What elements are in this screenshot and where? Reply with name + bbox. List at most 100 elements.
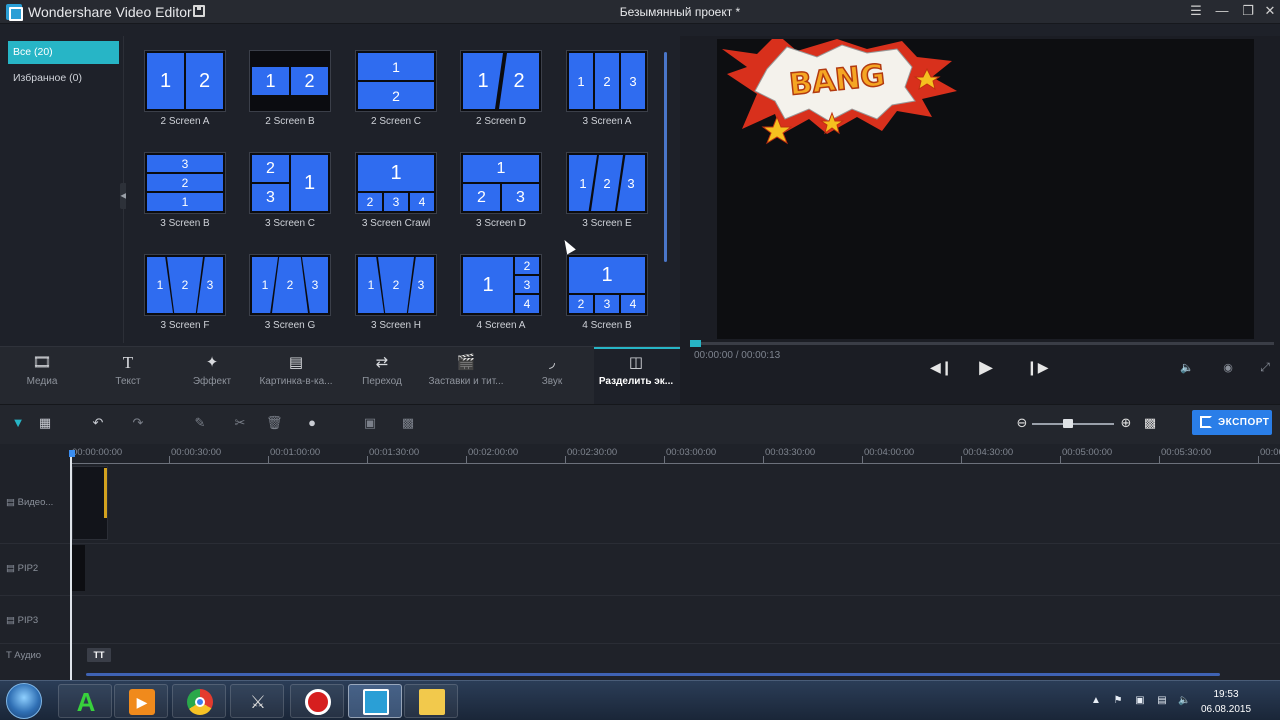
film-icon: 🎞	[32, 354, 52, 371]
tab-media[interactable]: 🎞 Медиа	[0, 350, 84, 400]
ruler-label: 00:04:30:00	[963, 447, 1014, 458]
tab-text[interactable]: T Текст	[86, 350, 170, 400]
next-frame-button[interactable]: ❙▶	[1026, 359, 1049, 375]
preview-progress-bar[interactable]	[690, 342, 1274, 345]
template-3-screen-e[interactable]: 1 2 3 3 Screen E	[566, 152, 648, 238]
template-3-screen-h[interactable]: 1 2 3 3 Screen H	[355, 254, 437, 340]
template-thumbnail: 1 2	[249, 50, 331, 112]
playhead[interactable]	[70, 452, 72, 680]
cut-icon[interactable]: ✂	[232, 415, 248, 431]
tray-security-icon[interactable]: ▣	[1134, 695, 1146, 707]
clip-trim-marker[interactable]	[104, 468, 107, 518]
template-2-screen-c[interactable]: 1 2 2 Screen C	[355, 50, 437, 136]
template-3-screen-d[interactable]: 1 2 3 3 Screen D	[460, 152, 542, 238]
menu-icon[interactable]: ☰	[1188, 3, 1204, 19]
start-button[interactable]	[6, 683, 42, 719]
minimize-icon[interactable]: —	[1214, 3, 1230, 19]
ruler-tick	[1258, 456, 1259, 463]
template-4-screen-b[interactable]: 1 2 3 4 4 Screen B	[566, 254, 648, 340]
delete-icon[interactable]: 🗑	[266, 415, 283, 431]
taskbar-app-explorer[interactable]	[404, 684, 458, 718]
clock-date[interactable]: 06.08.2015	[1196, 704, 1256, 715]
pip2-clip[interactable]	[72, 545, 85, 591]
video-editor-icon	[363, 689, 389, 715]
text-clip[interactable]: TT	[87, 648, 111, 662]
tray-expand-icon[interactable]: ▲	[1090, 695, 1102, 707]
volume-icon[interactable]: 🔈	[1180, 361, 1194, 375]
zoom-slider-handle[interactable]	[1063, 419, 1073, 428]
grid-scrollbar[interactable]	[664, 52, 667, 262]
folder-icon	[419, 689, 445, 715]
tab-sound[interactable]: ◞ Звук	[510, 350, 594, 400]
taskbar-app-game[interactable]: ⚔	[230, 684, 284, 718]
playhead-handle[interactable]	[69, 450, 75, 457]
close-icon[interactable]: ✕	[1262, 3, 1278, 19]
template-2-screen-d[interactable]: 1 2 2 Screen D	[460, 50, 542, 136]
play-button[interactable]: ▶	[976, 357, 996, 377]
template-3-screen-g[interactable]: 1 2 3 3 Screen G	[249, 254, 331, 340]
timeline[interactable]	[0, 444, 1280, 680]
taskbar-app-media[interactable]: ▶	[114, 684, 168, 718]
undo-icon[interactable]: ↶	[90, 415, 106, 431]
ruler-label: 00:01:00:00	[270, 447, 321, 458]
zoom-slider[interactable]	[1032, 423, 1114, 425]
template-3-screen-crawl[interactable]: 1 2 3 4 3 Screen Crawl	[355, 152, 437, 238]
microphone-icon[interactable]: ●	[304, 415, 320, 431]
speed-icon[interactable]: ▩	[400, 415, 416, 431]
ruler-tick	[1159, 456, 1160, 463]
template-2-screen-b[interactable]: 1 2 2 Screen B	[249, 50, 331, 136]
snapshot-icon[interactable]: ◉	[1220, 361, 1236, 375]
tray-network-icon[interactable]: ▤	[1156, 695, 1168, 707]
template-thumbnail: 2 3 1	[249, 152, 331, 214]
timeline-view-icon[interactable]: ▼	[10, 415, 26, 431]
category-all[interactable]: Все (20)	[8, 41, 119, 64]
fullscreen-icon[interactable]: ⤢	[1258, 360, 1272, 374]
redo-icon[interactable]: ↷	[130, 415, 146, 431]
video-clip[interactable]	[72, 466, 108, 540]
media-player-icon: ▶	[129, 689, 155, 715]
template-2-screen-a[interactable]: 1 2 2 Screen A	[144, 50, 226, 136]
tray-flag-icon[interactable]: ⚑	[1112, 695, 1124, 707]
template-3-screen-a[interactable]: 1 2 3 3 Screen A	[566, 50, 648, 136]
pip-icon: ▤	[288, 354, 304, 371]
taskbar-app-recorder[interactable]	[290, 684, 344, 718]
template-4-screen-a[interactable]: 1 2 3 4 4 Screen A	[460, 254, 542, 340]
ruler-label: 00:02:00:00	[468, 447, 519, 458]
clock-time[interactable]: 19:53	[1196, 689, 1256, 700]
taskbar-app-video-editor[interactable]	[348, 684, 402, 718]
prev-frame-button[interactable]: ◀❙	[930, 359, 953, 375]
ruler-label: 00:01:30:00	[369, 447, 420, 458]
tab-transition[interactable]: ⇄ Переход	[340, 350, 424, 400]
timecode: 00:00:00 / 00:00:13	[694, 350, 781, 361]
timeline-scrollbar[interactable]	[86, 673, 1220, 676]
ruler-label: 00:03:30:00	[765, 447, 816, 458]
template-label: 3 Screen G	[264, 320, 316, 331]
storyboard-view-icon[interactable]: ▦	[37, 415, 53, 431]
maximize-icon[interactable]: ❐	[1240, 3, 1256, 19]
fit-timeline-icon[interactable]: ▩	[1142, 415, 1158, 431]
taskbar-app-chrome[interactable]	[172, 684, 226, 718]
template-3-screen-b[interactable]: 3 2 1 3 Screen B	[144, 152, 226, 238]
zoom-in-icon[interactable]: ⊕	[1118, 415, 1134, 431]
ruler-label: 00:04:00:00	[864, 447, 915, 458]
edit-icon[interactable]: ✎	[192, 415, 208, 431]
tab-pip[interactable]: ▤ Картинка-в-ка...	[254, 350, 338, 400]
template-3-screen-c[interactable]: 2 3 1 3 Screen C	[249, 152, 331, 238]
template-label: 3 Screen F	[160, 320, 210, 331]
category-favorites[interactable]: Избранное (0)	[8, 67, 119, 90]
record-icon	[305, 689, 331, 715]
ruler-tick	[664, 456, 665, 463]
crop-icon[interactable]: ▣	[362, 415, 378, 431]
template-3-screen-f[interactable]: 1 2 3 3 Screen F	[144, 254, 226, 340]
tab-effect[interactable]: ✦ Эффект	[170, 350, 254, 400]
zoom-out-icon[interactable]: ⊖	[1014, 415, 1030, 431]
split-screen-icon: ◫	[628, 354, 644, 371]
tray-volume-icon[interactable]: 🔈	[1178, 695, 1190, 707]
taskbar-app-green[interactable]: A	[58, 684, 112, 718]
template-thumbnail: 1 2 3	[566, 50, 648, 112]
bang-sticker: BANG	[722, 39, 957, 145]
preview-progress-handle[interactable]	[690, 340, 701, 347]
tab-intro-credits[interactable]: 🎬 Заставки и тит...	[424, 350, 508, 400]
tab-split-screen[interactable]: ◫ Разделить эк...	[594, 350, 678, 400]
template-label: 3 Screen Crawl	[361, 218, 431, 229]
